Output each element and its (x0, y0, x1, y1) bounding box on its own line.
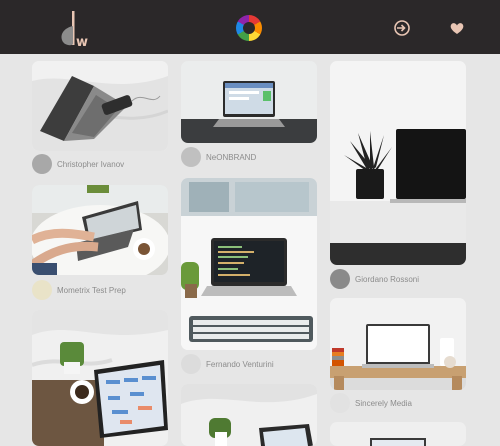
author-name: Giordano Rossoni (355, 274, 420, 284)
author-avatar (181, 147, 201, 167)
photo-author[interactable]: Mometrix Test Prep (32, 279, 126, 301)
author-avatar (330, 269, 350, 289)
color-wheel-icon[interactable] (236, 15, 262, 41)
photo-author[interactable]: Sincerely Media (330, 392, 412, 414)
tw-logo-icon[interactable]: w (58, 10, 98, 50)
laptop-calendar-image (32, 310, 168, 446)
laptop-keyboard-window-image (181, 178, 317, 350)
laptop-wooden-desk-image (330, 298, 466, 390)
author-avatar (32, 280, 52, 300)
photo-card[interactable] (32, 310, 168, 446)
laptop-plant-bed-image (181, 384, 317, 446)
laptop-on-dark-desk-image (181, 61, 317, 143)
photo-card[interactable] (181, 178, 317, 350)
photo-card[interactable] (181, 384, 317, 446)
photo-author[interactable]: Christopher Ivanov (32, 153, 124, 175)
photo-card[interactable] (330, 298, 466, 390)
photo-card[interactable] (181, 61, 317, 143)
author-name: Fernando Venturini (206, 359, 274, 369)
author-name: Sincerely Media (355, 398, 412, 408)
logo-text: w (76, 35, 88, 50)
top-bar: w (0, 0, 500, 54)
author-name: NeONBRAND (206, 152, 257, 162)
moon-icon[interactable] (420, 19, 438, 37)
author-avatar (330, 393, 350, 413)
black-laptop-plant-image (330, 61, 466, 265)
photo-card[interactable] (32, 61, 168, 151)
login-icon[interactable] (393, 19, 411, 37)
photo-author[interactable]: NeONBRAND (181, 146, 256, 168)
photo-author[interactable]: Fernando Venturini (181, 353, 274, 375)
heart-icon[interactable] (448, 19, 466, 37)
author-name: Mometrix Test Prep (57, 285, 126, 295)
photo-author[interactable]: Giordano Rossoni (330, 268, 419, 290)
laptop-on-bedsheet-image (32, 61, 168, 151)
author-avatar (181, 354, 201, 374)
photo-card[interactable] (330, 61, 466, 265)
author-avatar (32, 154, 52, 174)
photo-card[interactable] (330, 422, 466, 446)
photo-card[interactable] (32, 185, 168, 275)
author-name: Christopher Ivanov (57, 159, 125, 169)
laptop-desk-image (330, 422, 466, 446)
hands-typing-image (32, 185, 168, 275)
